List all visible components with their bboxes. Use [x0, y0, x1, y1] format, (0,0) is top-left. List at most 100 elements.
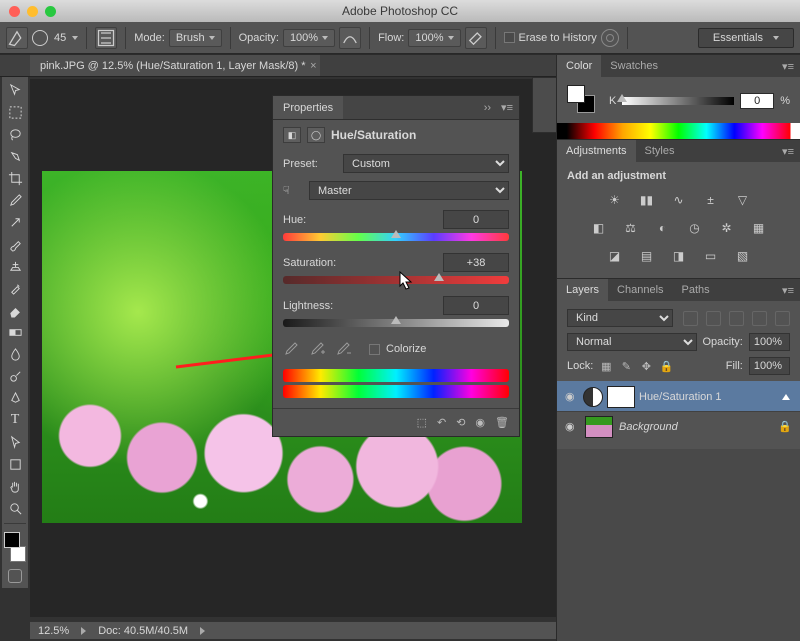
filter-smart-icon[interactable]: [775, 311, 790, 326]
marquee-tool[interactable]: [2, 101, 28, 123]
tab-adjustments[interactable]: Adjustments: [557, 140, 636, 162]
hue-slider[interactable]: [283, 233, 509, 241]
clone-stamp-tool[interactable]: [2, 255, 28, 277]
eyedropper-sample-icon[interactable]: [283, 341, 299, 357]
saturation-slider[interactable]: [283, 276, 509, 284]
erase-history-checkbox[interactable]: [504, 32, 515, 43]
quick-select-tool[interactable]: [2, 145, 28, 167]
preset-select[interactable]: Custom: [343, 154, 509, 173]
layer-mask-thumb[interactable]: [607, 386, 635, 408]
hue-value-input[interactable]: [443, 210, 509, 229]
move-tool[interactable]: [2, 79, 28, 101]
saturation-value-input[interactable]: [443, 253, 509, 272]
color-range-select[interactable]: Master: [309, 181, 509, 200]
layer-fill-input[interactable]: 100%: [749, 357, 790, 375]
path-select-tool[interactable]: [2, 431, 28, 453]
adjustment-layer-thumb[interactable]: [583, 387, 603, 407]
filter-pixel-icon[interactable]: [683, 311, 698, 326]
shape-tool[interactable]: [2, 453, 28, 475]
tool-preset-picker[interactable]: [6, 27, 28, 49]
workspace-switcher[interactable]: Essentials: [698, 28, 794, 48]
photo-filter-icon[interactable]: ◷: [686, 220, 704, 236]
fg-bg-colors[interactable]: [4, 532, 26, 562]
hue-sat-icon[interactable]: ◧: [590, 220, 608, 236]
slider-thumb[interactable]: [617, 94, 627, 102]
k-value-input[interactable]: 0: [740, 93, 774, 109]
color-balance-icon[interactable]: ⚖: [622, 220, 640, 236]
zoom-tool[interactable]: [2, 497, 28, 519]
collapsed-panel-strip[interactable]: [532, 77, 556, 133]
gradient-map-icon[interactable]: ▭: [702, 248, 720, 264]
blur-tool[interactable]: [2, 343, 28, 365]
quick-mask-toggle[interactable]: [2, 566, 28, 586]
layer-row[interactable]: ◉ Background 🔒: [557, 411, 800, 441]
status-arrow-icon[interactable]: [200, 627, 205, 635]
brightness-contrast-icon[interactable]: ☀: [606, 192, 624, 208]
type-tool[interactable]: T: [2, 409, 28, 431]
healing-brush-tool[interactable]: [2, 211, 28, 233]
brush-tool[interactable]: [2, 233, 28, 255]
opacity-input[interactable]: 100%: [283, 29, 335, 47]
layer-popup-icon[interactable]: [782, 394, 790, 400]
k-slider[interactable]: [622, 97, 734, 105]
colorize-checkbox[interactable]: [369, 344, 380, 355]
filter-adjustment-icon[interactable]: [706, 311, 721, 326]
blend-mode-select[interactable]: Normal: [567, 333, 697, 351]
tab-paths[interactable]: Paths: [673, 279, 719, 301]
dodge-tool[interactable]: [2, 365, 28, 387]
opacity-pressure-toggle[interactable]: [339, 27, 361, 49]
tab-channels[interactable]: Channels: [608, 279, 672, 301]
brush-panel-toggle[interactable]: [95, 27, 117, 49]
panel-menu-icon[interactable]: ▾≡: [495, 101, 519, 114]
slider-thumb[interactable]: [391, 316, 401, 324]
slider-thumb[interactable]: [434, 273, 444, 281]
panel-menu-icon[interactable]: ▾≡: [776, 60, 800, 73]
exposure-icon[interactable]: ±: [702, 192, 720, 208]
doc-size[interactable]: Doc: 40.5M/40.5M: [98, 625, 188, 637]
panel-collapse-icon[interactable]: ››: [480, 102, 495, 114]
slider-thumb[interactable]: [391, 230, 401, 238]
tab-styles[interactable]: Styles: [636, 140, 684, 162]
curves-icon[interactable]: ∿: [670, 192, 688, 208]
foreground-color-swatch[interactable]: [4, 532, 20, 548]
layer-name[interactable]: Background: [619, 421, 772, 433]
filter-type-icon[interactable]: [729, 311, 744, 326]
pen-tool[interactable]: [2, 387, 28, 409]
gradient-tool[interactable]: [2, 321, 28, 343]
view-previous-icon[interactable]: ↶: [437, 416, 446, 429]
lock-position-icon[interactable]: ✥: [639, 359, 653, 373]
filter-shape-icon[interactable]: [752, 311, 767, 326]
airbrush-toggle[interactable]: [465, 27, 487, 49]
eyedropper-tool[interactable]: [2, 189, 28, 211]
status-arrow-icon[interactable]: [81, 627, 86, 635]
eraser-tool[interactable]: [2, 299, 28, 321]
trash-icon[interactable]: 🗑: [495, 416, 509, 429]
vibrance-icon[interactable]: ▽: [734, 192, 752, 208]
tab-color[interactable]: Color: [557, 55, 601, 77]
levels-icon[interactable]: ▮▮: [638, 192, 656, 208]
history-target-icon[interactable]: [601, 29, 619, 47]
eyedropper-subtract-icon[interactable]: [335, 341, 351, 357]
posterize-icon[interactable]: ▤: [638, 248, 656, 264]
hand-icon[interactable]: ☟: [283, 184, 303, 197]
bw-icon[interactable]: ◐: [654, 220, 672, 236]
lightness-value-input[interactable]: [443, 296, 509, 315]
color-ramp[interactable]: [557, 123, 800, 139]
layer-filter-kind-select[interactable]: Kind: [567, 309, 673, 327]
brush-preset-picker[interactable]: 45: [32, 30, 78, 46]
layer-name[interactable]: Hue/Saturation 1: [639, 391, 792, 403]
hand-tool[interactable]: [2, 475, 28, 497]
color-fgbg-swatch[interactable]: [567, 85, 595, 113]
visibility-toggle-icon[interactable]: ◉: [565, 390, 579, 403]
lightness-slider[interactable]: [283, 319, 509, 327]
layer-opacity-input[interactable]: 100%: [749, 333, 790, 351]
background-color-swatch[interactable]: [10, 546, 26, 562]
lasso-tool[interactable]: [2, 123, 28, 145]
panel-menu-icon[interactable]: ▾≡: [776, 284, 800, 297]
invert-icon[interactable]: ◪: [606, 248, 624, 264]
eyedropper-add-icon[interactable]: [309, 341, 325, 357]
zoom-level[interactable]: 12.5%: [38, 625, 69, 637]
channel-mixer-icon[interactable]: ✲: [718, 220, 736, 236]
reset-icon[interactable]: ⟲: [456, 416, 465, 429]
threshold-icon[interactable]: ◨: [670, 248, 688, 264]
